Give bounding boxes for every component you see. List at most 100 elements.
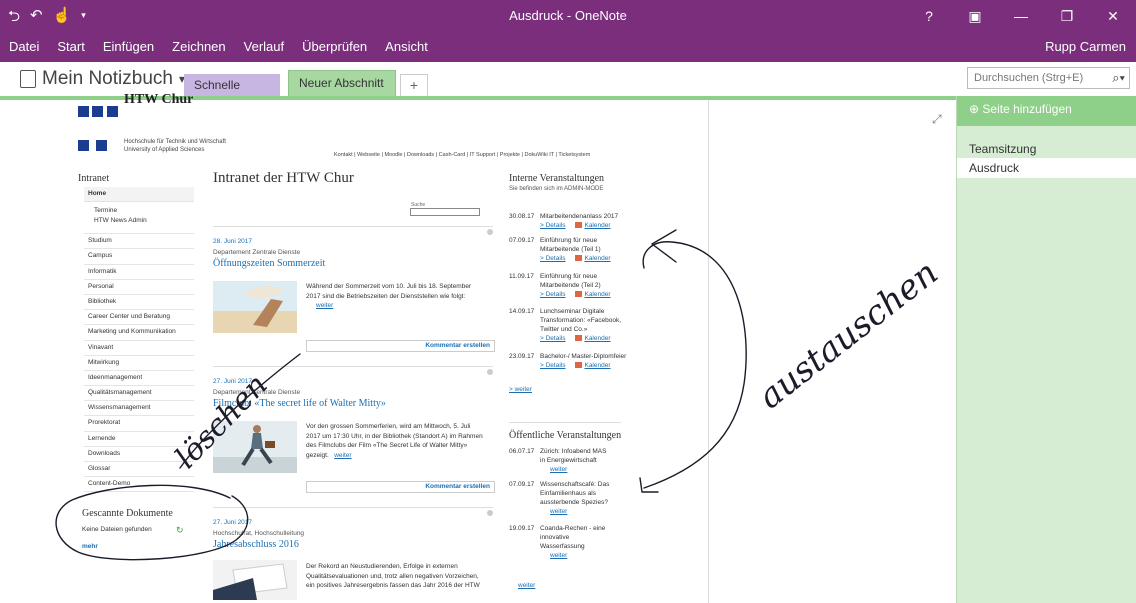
menu-verlauf[interactable]: Verlauf — [235, 39, 293, 54]
internal-events-heading: Interne Veranstaltungen — [509, 173, 605, 184]
report-image — [213, 560, 297, 600]
printout-edge — [708, 100, 709, 603]
event-item: 30.08.17 Mitarbeitendenanlass 2017 > Deta… — [509, 212, 649, 230]
sidebar-subitem: HTW News Admin — [94, 217, 147, 225]
beach-chair-image — [213, 281, 297, 333]
event-date: 07.09.17 — [509, 481, 535, 488]
internal-events-more: > weiter — [509, 386, 532, 393]
menu-start[interactable]: Start — [48, 39, 93, 54]
section-tab-neuer-abschnitt[interactable]: Neuer Abschnitt 1 — [288, 70, 396, 114]
menu-ansicht[interactable]: Ansicht — [376, 39, 437, 54]
add-section-button[interactable]: + — [400, 74, 428, 96]
minimize-icon[interactable]: — — [998, 0, 1044, 32]
news-line: gezeigt. weiter — [306, 451, 496, 461]
search-icon[interactable]: ⌕▾ — [1112, 68, 1125, 88]
sidebar-item: Campus — [84, 249, 194, 265]
news-title: Öffnungszeiten Sommerzeit — [213, 258, 326, 269]
close-icon[interactable]: ✕ — [1090, 0, 1136, 32]
top-links: Kontakt | Webseite | Moodle | Downloads … — [334, 152, 591, 158]
notebook-selector[interactable]: Mein Notizbuch ▾ — [20, 68, 185, 90]
sidebar-heading: Intranet — [78, 173, 110, 184]
event-title: Twitter und Co.» — [540, 326, 588, 333]
menu-zeichnen[interactable]: Zeichnen — [163, 39, 234, 54]
event-item: 07.09.17 Wissenschaftscafé: Das Einfamili… — [509, 480, 649, 516]
search-input[interactable]: Durchsuchen (Strg+E) ⌕▾ — [967, 67, 1130, 89]
news-text: Der Rekord an Neustudierenden, Erfolge i… — [306, 562, 496, 591]
event-title: Wissenschaftscafé: Das — [540, 481, 610, 488]
details-link: > Details — [540, 362, 566, 369]
scanned-docs-heading: Gescannte Dokumente — [82, 508, 173, 519]
page-item-teamsitzung[interactable]: Teamsitzung — [957, 140, 1136, 158]
news-date: 27. Juni 2017 — [213, 378, 253, 385]
calendar-link: Kalender — [584, 255, 611, 262]
event-title: Transformation: «Facebook, — [540, 317, 622, 324]
news-line: des Filmclubs der Film «The Secret Life … — [306, 442, 468, 449]
calendar-link: Kalender — [584, 335, 611, 342]
dot-icon — [487, 229, 493, 235]
logo-sub1: Hochschule für Technik und Wirtschaft — [124, 139, 226, 145]
menu-ueberpruefen[interactable]: Überprüfen — [293, 39, 376, 54]
add-page-button[interactable]: ⊕ Seite hinzufügen — [957, 96, 1136, 126]
sidebar-item: Informatik — [84, 265, 194, 280]
main-heading: Intranet der HTW Chur — [213, 170, 354, 186]
event-date: 07.09.17 — [509, 237, 535, 244]
ribbon-display-icon[interactable]: ▣ — [952, 0, 998, 32]
menu-datei[interactable]: Datei — [0, 39, 48, 54]
calendar-icon — [575, 222, 583, 229]
admin-mode-note: Sie befinden sich im ADMIN-MODE — [509, 186, 604, 192]
news-title: Jahresabschluss 2016 — [213, 539, 299, 550]
logo-title: HTW Chur — [124, 92, 194, 107]
event-item: 23.09.17 Bachelor-/ Master-Diplomfeier > … — [509, 352, 649, 370]
sidebar-item: Career Center und Beratung — [84, 310, 194, 326]
dot-icon — [487, 510, 493, 516]
restore-icon[interactable]: ❐ — [1044, 0, 1090, 32]
section-tab-schnelle-notizen[interactable]: Schnelle Notizen — [184, 74, 280, 114]
logo-sub2: University of Applied Sciences — [124, 147, 205, 153]
calendar-link: Kalender — [584, 222, 611, 229]
event-title: in Energiewirtschaft — [540, 457, 597, 464]
public-events-heading: Öffentliche Veranstaltungen — [509, 430, 622, 441]
calendar-icon — [575, 362, 583, 369]
expand-icon[interactable]: ⤢ — [932, 112, 942, 127]
menu-einfuegen[interactable]: Einfügen — [94, 39, 163, 54]
event-title: innovative — [540, 534, 570, 541]
event-title: Bachelor-/ Master-Diplomfeier — [540, 353, 627, 360]
help-icon[interactable]: ? — [906, 0, 952, 32]
event-date: 19.09.17 — [509, 525, 535, 532]
sidebar-list: Home Termine HTW News Admin Studium Camp… — [84, 187, 194, 493]
news-line: Qualitätsevaluationen und, trotz allen n… — [306, 572, 479, 580]
event-item: 07.09.17 Einführung für neue Mitarbeitend… — [509, 236, 649, 263]
sidebar-item: Downloads — [84, 447, 194, 462]
details-link: > Details — [540, 222, 566, 229]
news-text: Während der Sommerzeit vom 10. Juli bis … — [306, 282, 496, 311]
user-name[interactable]: Rupp Carmen — [1045, 39, 1126, 54]
news-line-end: gezeigt. — [306, 451, 329, 459]
event-title: Einführung für neue — [540, 273, 598, 280]
event-item: 06.07.17 Zürich: Infoabend MAS in Energie… — [509, 447, 649, 474]
news-text: Vor den grossen Sommerferien, wird am Mi… — [306, 422, 496, 460]
news-more-link: weiter — [334, 451, 352, 459]
details-link: > Details — [540, 335, 566, 342]
event-item: 14.09.17 Lunchseminar Digitale Transforma… — [509, 307, 649, 343]
event-title: Wasserfassung — [540, 543, 585, 550]
dot-icon — [487, 369, 493, 375]
logo-subtitle: Hochschule für Technik und Wirtschaft Un… — [124, 138, 226, 154]
page-item-ausdruck[interactable]: Ausdruck — [957, 158, 1136, 178]
event-title: Einführung für neue — [540, 237, 598, 244]
scanned-docs-more: mehr — [82, 543, 98, 550]
news-dept: Departement Zentrale Dienste — [213, 389, 301, 396]
calendar-icon — [575, 291, 583, 298]
calendar-icon — [575, 255, 583, 262]
notebook-name: Mein Notizbuch — [42, 68, 173, 89]
news-date: 27. Juni 2017 — [213, 519, 253, 526]
sidebar-item: Ideenmanagement — [84, 371, 194, 387]
sidebar-item: Bibliothek — [84, 295, 194, 311]
event-more-link: weiter — [550, 466, 568, 473]
event-title: Mitarbeitende (Teil 2) — [540, 282, 601, 289]
news-dept: Departement Zentrale Dienste — [213, 249, 301, 256]
news-line: 2017 um 17:30 Uhr, in der Bibliothek (St… — [306, 432, 483, 440]
event-date: 06.07.17 — [509, 448, 535, 455]
details-link: > Details — [540, 291, 566, 298]
sidebar-item: Vinavant — [84, 341, 194, 356]
page-list-pane: ⊕ Seite hinzufügen Teamsitzung Ausdruck — [956, 96, 1136, 603]
